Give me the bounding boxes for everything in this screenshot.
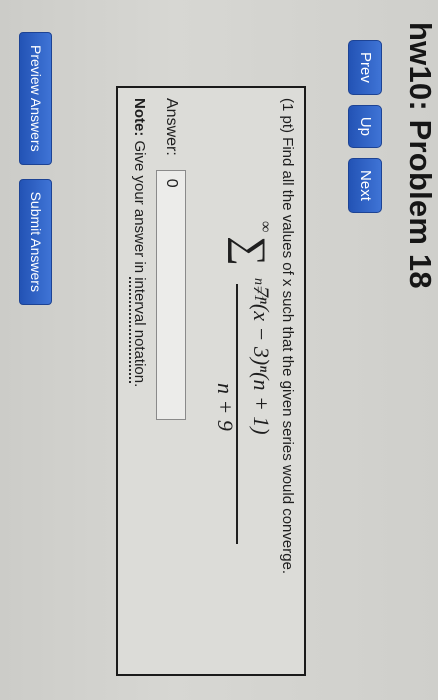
- note-prefix: Note:: [131, 98, 148, 137]
- submit-answers-button[interactable]: Submit Answers: [19, 178, 52, 305]
- up-button[interactable]: Up: [348, 104, 382, 149]
- summation-symbol: ∑: [227, 236, 273, 266]
- answer-row: Answer:: [156, 98, 186, 420]
- note-suffix: .: [131, 383, 148, 388]
- problem-nav: Prev Up Next: [348, 40, 382, 213]
- answer-input[interactable]: [156, 169, 186, 420]
- answer-label: Answer:: [163, 98, 180, 156]
- viewport: hw10: Problem 18 Prev Up Next (1 pt) Fin…: [0, 0, 438, 700]
- action-row: Preview Answers Submit Answers: [19, 32, 52, 305]
- series-numerator: 7ⁿ(x − 3)ⁿ(n + 1): [249, 286, 274, 435]
- interval-notation-link[interactable]: interval notation: [129, 277, 148, 384]
- problem-box: (1 pt) Find all the values of x such tha…: [116, 86, 306, 676]
- sum-upper-limit: ∞: [257, 221, 274, 233]
- next-button[interactable]: Next: [348, 158, 382, 213]
- series-denominator: n + 9: [213, 383, 238, 431]
- answer-note: Note: Give your answer in interval notat…: [129, 98, 148, 388]
- note-text: Give your answer in: [131, 136, 148, 278]
- prev-button[interactable]: Prev: [348, 40, 382, 95]
- preview-answers-button[interactable]: Preview Answers: [19, 32, 52, 165]
- problem-page: hw10: Problem 18 Prev Up Next (1 pt) Fin…: [0, 0, 438, 700]
- page-title: hw10: Problem 18: [403, 22, 438, 289]
